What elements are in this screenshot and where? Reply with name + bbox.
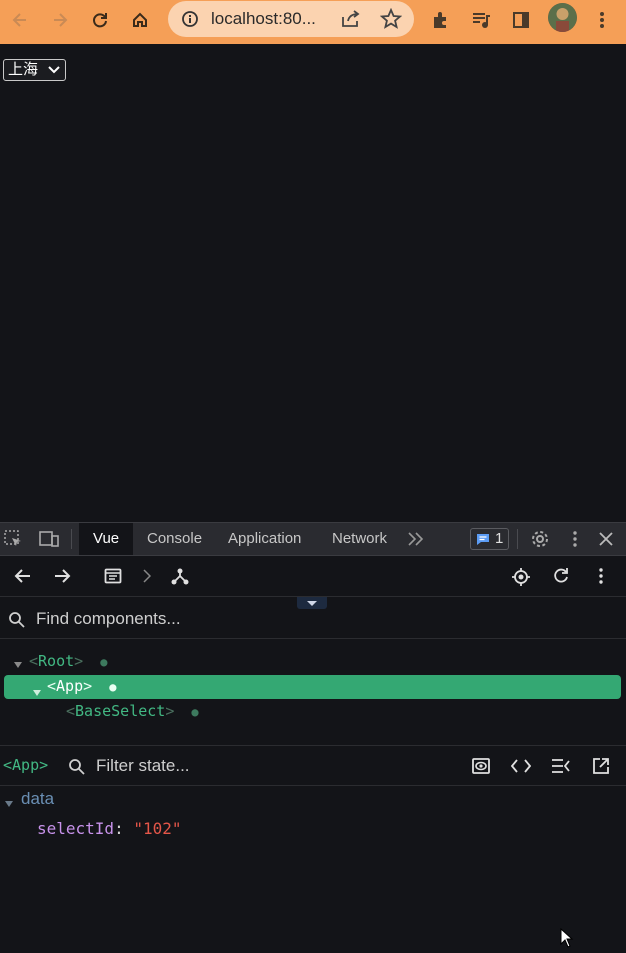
search-icon — [6, 609, 26, 629]
component-name: Root — [38, 652, 75, 670]
back-icon[interactable] — [6, 6, 34, 34]
media-icon[interactable] — [467, 6, 495, 34]
url-text: localhost:80... — [211, 9, 316, 28]
tree-node-root[interactable]: <Root> ● — [29, 652, 107, 670]
tree-node-app[interactable]: <App> ● — [47, 677, 116, 695]
issues-count: 1 — [495, 530, 504, 547]
state-key: selectId — [37, 819, 115, 838]
browser-toolbar: localhost:80... — [0, 0, 626, 44]
tab-vue[interactable]: Vue — [79, 523, 134, 555]
state-inspector-bar: <App> Filter state... — [0, 745, 626, 786]
home-icon[interactable] — [126, 6, 154, 34]
settings-gear-icon[interactable] — [529, 528, 551, 550]
tree-toggle-root[interactable] — [13, 655, 23, 673]
tab-application[interactable]: Application — [228, 523, 301, 555]
target-select-icon[interactable] — [510, 566, 532, 588]
forward-icon[interactable] — [46, 6, 74, 34]
customize-more-icon[interactable] — [566, 529, 584, 549]
address-bar[interactable]: localhost:80... — [168, 1, 414, 37]
inspect-dom-icon[interactable] — [550, 756, 572, 776]
more-icon[interactable] — [594, 566, 608, 586]
message-icon — [477, 534, 489, 545]
back-icon[interactable] — [13, 566, 33, 586]
tab-network[interactable]: Network — [332, 523, 387, 555]
tag-close: > — [83, 677, 93, 695]
city-select-value: 上海 — [8, 61, 39, 78]
tab-console[interactable]: Console — [147, 523, 202, 555]
state-row[interactable]: selectId: "102" — [37, 819, 182, 838]
chevron-right-icon — [140, 566, 154, 586]
components-icon[interactable] — [103, 566, 123, 586]
caret-down-icon — [33, 690, 41, 696]
caret-down-icon — [14, 662, 22, 668]
refresh-icon[interactable] — [551, 566, 571, 586]
tree-toggle-app[interactable] — [32, 683, 42, 701]
devtools-tabbar: Vue Console Application Network 1 — [0, 522, 626, 556]
inspect-element-icon[interactable] — [3, 529, 23, 549]
state-value[interactable]: "102" — [133, 819, 181, 838]
more-tabs-icon[interactable] — [405, 529, 427, 549]
status-dot: ● — [109, 680, 117, 694]
tag-open: < — [29, 652, 39, 670]
device-toolbar-icon[interactable] — [38, 529, 60, 549]
component-tree-icon[interactable] — [170, 566, 190, 586]
state-colon: : — [114, 819, 124, 838]
status-dot: ● — [191, 705, 199, 719]
component-name: BaseSelect — [75, 702, 166, 720]
divider — [71, 529, 72, 549]
tag-open: < — [47, 677, 57, 695]
tag-open: < — [66, 702, 76, 720]
data-section-label: data — [21, 789, 55, 808]
scroll-to-component-icon[interactable] — [470, 756, 492, 776]
search-icon — [66, 756, 86, 776]
more-icon[interactable] — [588, 6, 616, 34]
selected-component-label: <App> — [3, 756, 49, 774]
close-icon[interactable] — [596, 529, 616, 549]
code-icon[interactable] — [510, 756, 532, 776]
data-section-toggle[interactable] — [4, 795, 14, 813]
find-components-input[interactable]: Find components... — [36, 609, 181, 629]
star-icon[interactable] — [379, 7, 403, 30]
vue-toolbar — [0, 556, 626, 597]
status-dot: ● — [100, 655, 108, 669]
city-select[interactable]: 上海 — [3, 59, 66, 81]
tree-node-baseselect[interactable]: <BaseSelect> ● — [66, 702, 199, 720]
forward-icon[interactable] — [52, 566, 72, 586]
find-components-bar: Find components... — [0, 597, 626, 639]
extensions-icon[interactable] — [427, 6, 455, 34]
chevron-down-icon — [48, 66, 60, 74]
component-name: App — [56, 677, 84, 695]
tag-close: > — [74, 652, 84, 670]
filter-state-input[interactable]: Filter state... — [96, 756, 190, 776]
divider — [517, 529, 518, 549]
open-in-editor-icon[interactable] — [590, 756, 612, 776]
mouse-cursor-icon — [560, 927, 574, 953]
share-icon[interactable] — [340, 9, 362, 29]
issues-badge[interactable]: 1 — [470, 528, 509, 550]
sidepanel-icon[interactable] — [507, 6, 535, 34]
info-icon[interactable] — [180, 9, 200, 29]
caret-down-icon — [5, 801, 13, 807]
reload-icon[interactable] — [86, 6, 114, 34]
tag-close: > — [165, 702, 175, 720]
avatar[interactable] — [548, 3, 577, 32]
